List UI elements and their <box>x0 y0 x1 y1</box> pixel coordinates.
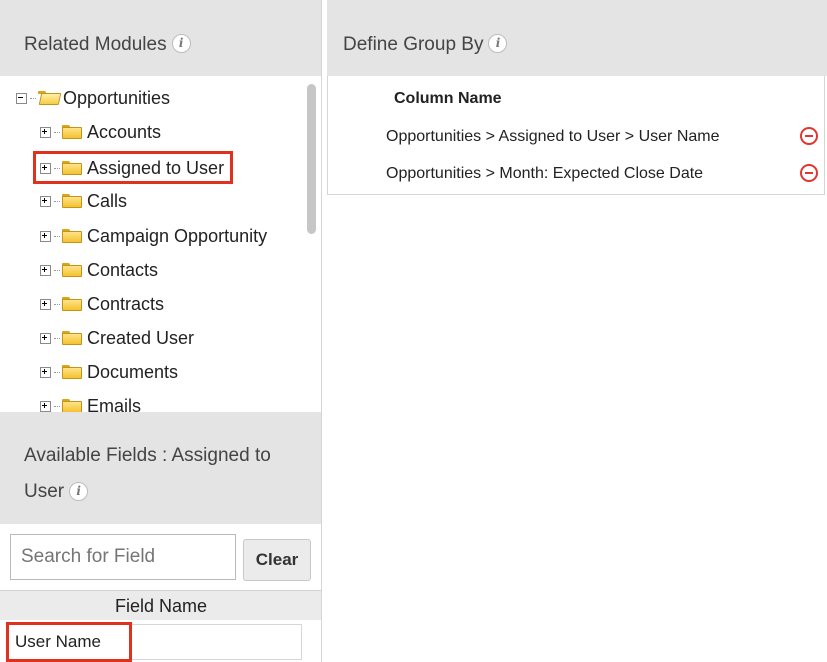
info-icon[interactable]: i <box>171 34 191 53</box>
info-icon[interactable]: i <box>488 34 508 53</box>
define-group-by-title: Define Group By <box>343 34 484 55</box>
tree-item-label: Assigned to User <box>87 158 225 179</box>
column-name-header: Column Name <box>394 90 502 107</box>
tree-item-label: Contracts <box>87 294 165 315</box>
tree-item-contacts[interactable]: Contacts <box>40 258 158 281</box>
tree-item-campaign-opportunity[interactable]: Campaign Opportunity <box>40 224 267 247</box>
tree-item-label: Emails <box>87 396 142 412</box>
field-name-column-header[interactable]: Field Name <box>0 590 321 620</box>
tree-item-label: Campaign Opportunity <box>87 226 268 247</box>
related-modules-header: Related Modules i <box>0 0 321 76</box>
folder-icon <box>62 365 82 380</box>
folder-icon <box>62 399 82 412</box>
search-field-input[interactable] <box>10 534 236 580</box>
tree-item-calls[interactable]: Calls <box>40 189 127 212</box>
info-icon[interactable]: i <box>69 482 89 501</box>
available-fields-header: Available Fields : Assigned to User i <box>0 412 321 524</box>
tree-item-emails[interactable]: Emails <box>40 394 141 412</box>
related-modules-tree: Opportunities Accounts Assigned to User … <box>0 76 321 412</box>
expand-icon[interactable] <box>40 264 51 276</box>
field-cell-user-name[interactable]: User Name <box>6 622 132 662</box>
group-by-table: Column Name Opportunities > Assigned to … <box>327 76 825 195</box>
folder-icon <box>62 125 82 140</box>
group-by-row: Opportunities > Month: Expected Close Da… <box>386 165 704 182</box>
define-group-by-header: Define Group By i <box>327 0 827 76</box>
folder-icon <box>62 263 82 278</box>
left-panel: Related Modules i Opportunities Accounts … <box>0 0 322 662</box>
folder-open-icon <box>38 91 58 105</box>
expand-icon[interactable] <box>40 126 51 138</box>
tree-item-label: Contacts <box>87 260 159 281</box>
expand-icon[interactable] <box>40 298 51 310</box>
tree-item-accounts[interactable]: Accounts <box>40 120 161 143</box>
expand-icon[interactable] <box>40 195 51 207</box>
tree-item-label: Created User <box>87 328 195 349</box>
available-fields-title-line2: User <box>24 481 65 502</box>
clear-button[interactable]: Clear <box>243 539 311 581</box>
tree-item-contracts[interactable]: Contracts <box>40 292 164 315</box>
collapse-icon[interactable] <box>16 92 27 104</box>
tree-item-opportunities[interactable]: Opportunities <box>16 86 170 109</box>
related-modules-title: Related Modules <box>24 34 167 55</box>
group-by-row: Opportunities > Assigned to User > User … <box>386 128 720 145</box>
expand-icon[interactable] <box>40 162 51 174</box>
expand-icon[interactable] <box>40 332 51 344</box>
folder-icon <box>62 297 82 312</box>
tree-item-label: Accounts <box>87 122 162 143</box>
tree-item-label: Calls <box>87 191 128 212</box>
folder-icon <box>62 194 82 209</box>
tree-item-documents[interactable]: Documents <box>40 360 178 383</box>
folder-icon <box>62 331 82 346</box>
tree-item-label: Opportunities <box>63 88 171 109</box>
tree-item-assigned-to-user[interactable]: Assigned to User <box>32 150 234 185</box>
expand-icon[interactable] <box>40 366 51 378</box>
tree-item-created-user[interactable]: Created User <box>40 326 194 349</box>
folder-icon <box>62 161 82 176</box>
folder-icon <box>62 229 82 244</box>
available-fields-title-line1: Available Fields : Assigned to <box>24 445 271 466</box>
remove-icon[interactable] <box>800 127 818 145</box>
expand-icon[interactable] <box>40 400 51 412</box>
tree-scrollbar[interactable] <box>307 84 316 234</box>
tree-item-label: Documents <box>87 362 179 383</box>
expand-icon[interactable] <box>40 230 51 242</box>
remove-icon[interactable] <box>800 164 818 182</box>
table-row[interactable]: User Name <box>6 622 302 662</box>
search-row: Clear <box>0 524 321 590</box>
